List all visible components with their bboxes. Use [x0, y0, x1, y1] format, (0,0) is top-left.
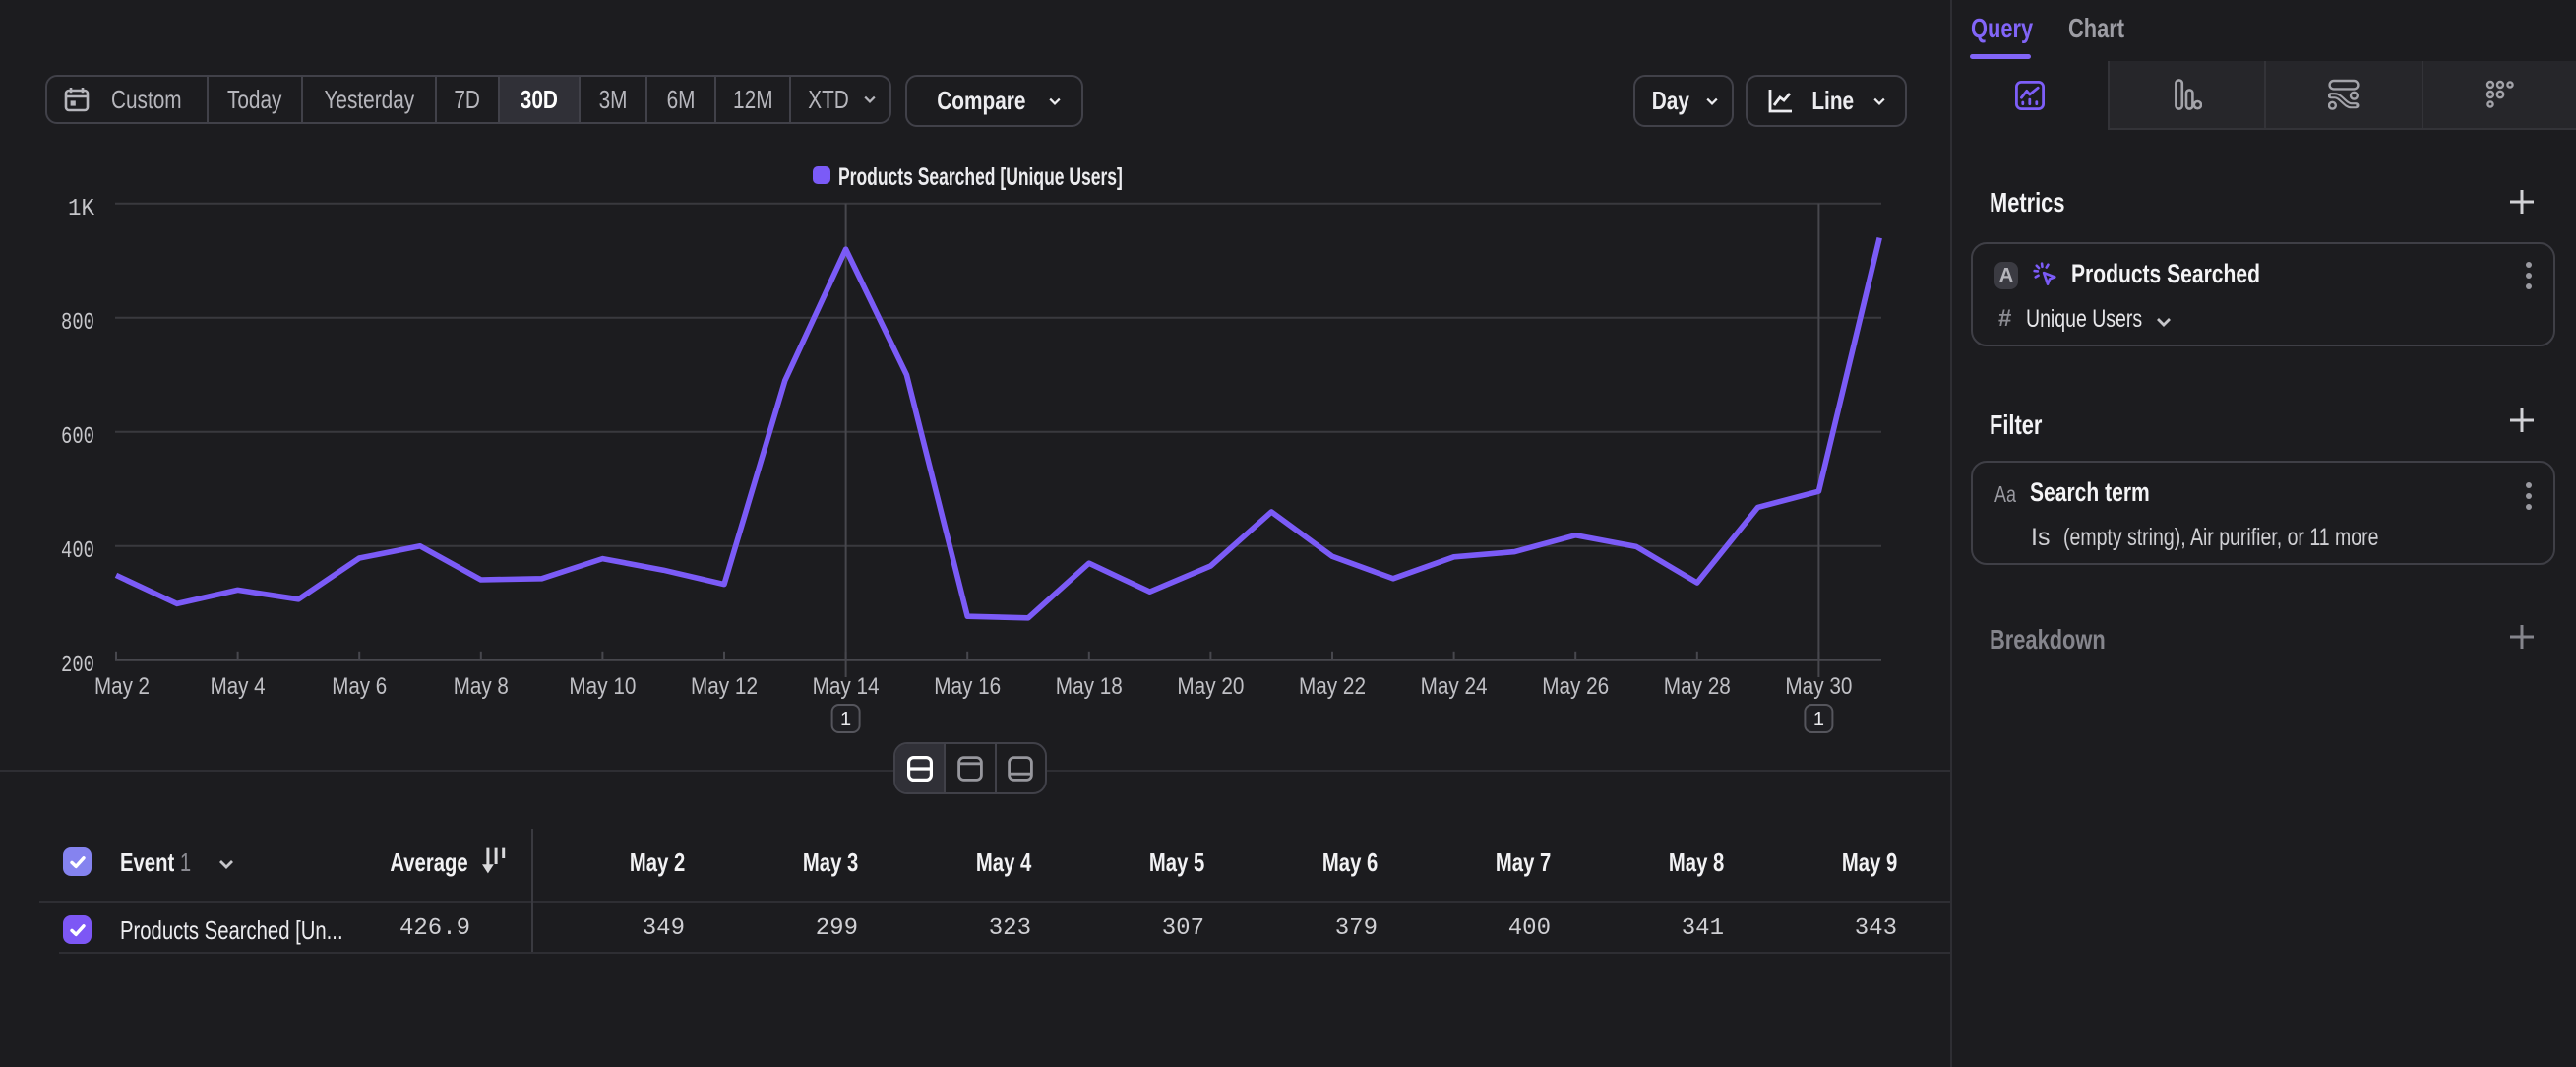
svg-text:600: 600: [61, 424, 94, 451]
svg-text:May 20: May 20: [1177, 673, 1244, 700]
svg-text:May 4: May 4: [211, 673, 266, 700]
svg-text:May 6: May 6: [332, 673, 387, 700]
svg-text:1K: 1K: [68, 196, 95, 222]
svg-text:May 28: May 28: [1664, 673, 1731, 700]
svg-text:May 10: May 10: [569, 673, 636, 700]
svg-text:1: 1: [1813, 709, 1824, 730]
svg-text:800: 800: [61, 310, 94, 337]
svg-text:May 22: May 22: [1299, 673, 1366, 700]
svg-text:May 18: May 18: [1056, 673, 1123, 700]
svg-text:200: 200: [61, 653, 94, 679]
svg-text:May 14: May 14: [813, 673, 880, 700]
svg-text:400: 400: [61, 538, 94, 565]
svg-text:May 2: May 2: [94, 673, 150, 700]
svg-text:May 16: May 16: [934, 673, 1001, 700]
svg-text:1: 1: [840, 709, 851, 730]
svg-text:May 24: May 24: [1421, 673, 1488, 700]
svg-text:May 30: May 30: [1785, 673, 1852, 700]
svg-text:May 12: May 12: [691, 673, 758, 700]
svg-text:May 8: May 8: [454, 673, 509, 700]
svg-text:May 26: May 26: [1542, 673, 1609, 700]
